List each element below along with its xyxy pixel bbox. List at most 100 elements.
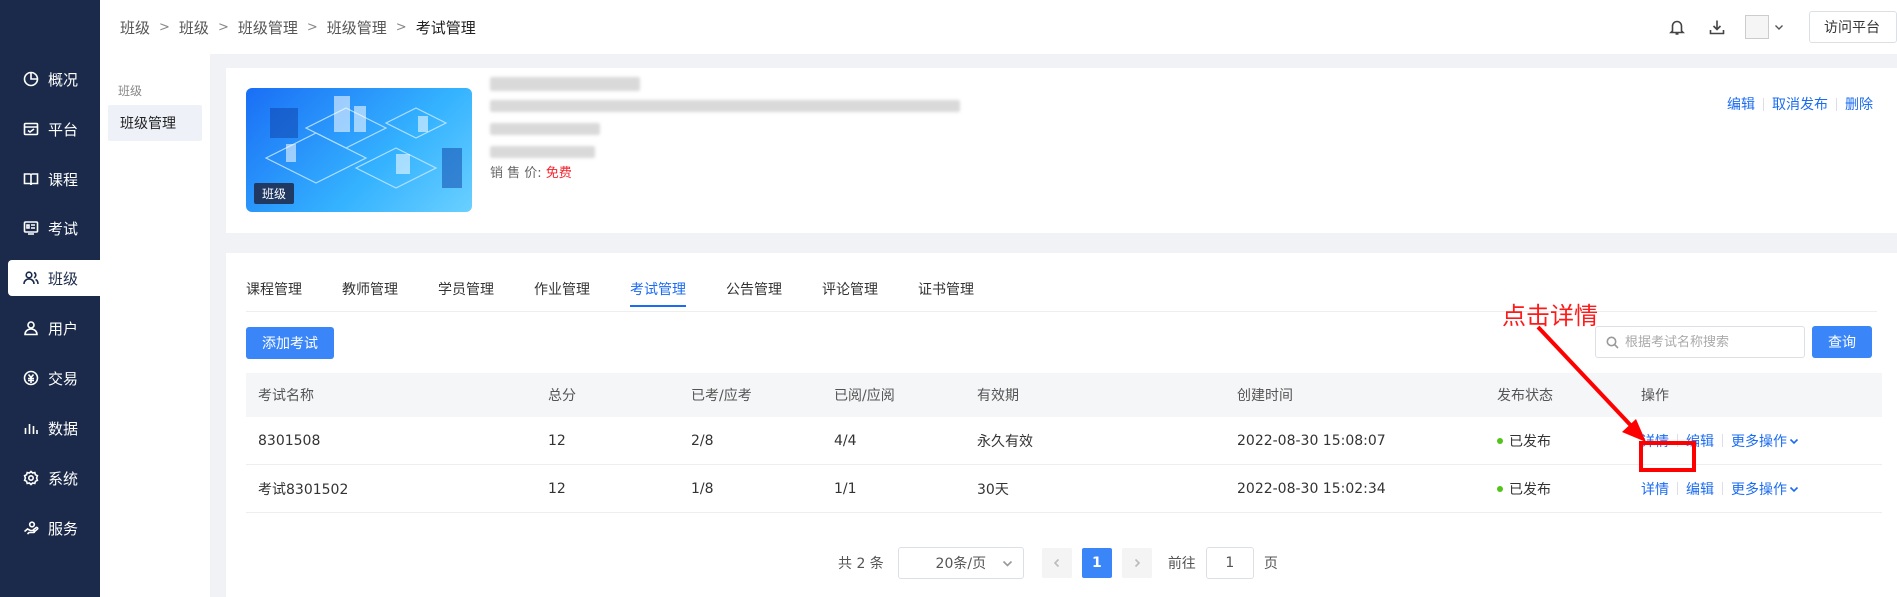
subnav-group-title: 班级	[118, 84, 143, 98]
column-header: 已考/应考	[691, 388, 752, 404]
avatar[interactable]	[1745, 15, 1769, 39]
add-exam-button[interactable]: 添加考试	[246, 327, 334, 359]
status-text: 已发布	[1509, 433, 1551, 450]
chevron-right-icon: >	[159, 19, 170, 35]
table-header: 考试名称 总分 已考/应考 已阅/应阅 有效期 创建时间 发布状态 操作	[246, 373, 1882, 417]
tab-exam[interactable]: 考试管理	[630, 279, 686, 307]
visit-platform-button[interactable]: 访问平台	[1809, 11, 1897, 43]
detail-link[interactable]: 详情	[1641, 479, 1669, 499]
column-header: 有效期	[977, 388, 1019, 404]
divider	[1722, 482, 1723, 495]
cell-created: 2022-08-30 15:08:07	[1237, 432, 1386, 449]
book-icon	[22, 170, 40, 188]
chevron-down-icon[interactable]	[1773, 21, 1785, 33]
blurred-title	[490, 77, 640, 91]
nav-item-data[interactable]: 数据	[8, 410, 100, 446]
prev-page-button[interactable]	[1041, 548, 1072, 578]
nav-item-label: 考试	[48, 219, 79, 238]
breadcrumb-item[interactable]: 班级管理	[327, 17, 387, 38]
unpublish-link[interactable]: 取消发布	[1772, 94, 1828, 114]
divider	[1677, 482, 1678, 495]
class-info-card: 班级 销 售 价: 免费 编辑 取消发布 删除	[226, 68, 1897, 233]
breadcrumb-item[interactable]: 班级	[120, 17, 150, 38]
nav-item-overview[interactable]: 概况	[8, 61, 100, 97]
next-page-button[interactable]	[1121, 548, 1152, 578]
goto-page-input[interactable]: 1	[1205, 547, 1254, 579]
tab-teacher[interactable]: 教师管理	[342, 279, 398, 307]
chevron-right-icon: >	[217, 19, 229, 35]
users-icon	[22, 269, 40, 287]
status-text: 已发布	[1509, 481, 1551, 498]
class-tag: 班级	[254, 183, 295, 204]
card-actions: 编辑 取消发布 删除	[1727, 94, 1873, 114]
tab-certificate[interactable]: 证书管理	[918, 279, 974, 307]
subnav-item-class-management[interactable]: 班级管理	[108, 105, 202, 141]
tab-comment[interactable]: 评论管理	[822, 279, 878, 307]
more-actions-label: 更多操作	[1731, 433, 1787, 450]
tab-homework[interactable]: 作业管理	[534, 279, 590, 307]
nav-item-system[interactable]: 系统	[8, 460, 100, 496]
nav-item-exam[interactable]: 考试	[8, 210, 100, 246]
tab-notice[interactable]: 公告管理	[726, 279, 782, 307]
nav-item-transaction[interactable]: 交易	[8, 360, 100, 396]
column-header: 操作	[1641, 388, 1669, 404]
chevron-right-icon	[1134, 558, 1140, 568]
nav-item-user[interactable]: 用户	[8, 310, 100, 346]
status-badge: 已发布	[1485, 479, 1629, 499]
breadcrumb-item[interactable]: 班级	[179, 17, 209, 38]
nav-item-platform[interactable]: 平台	[8, 111, 100, 147]
price-value: 免费	[545, 166, 572, 181]
query-button[interactable]: 查询	[1812, 326, 1872, 358]
column-header: 考试名称	[258, 388, 314, 404]
nav-item-label: 系统	[48, 469, 79, 488]
nav-item-service[interactable]: 服务	[8, 510, 100, 546]
nav-item-label: 交易	[48, 369, 79, 388]
divider	[1722, 434, 1723, 447]
breadcrumb-item[interactable]: 班级管理	[238, 17, 298, 38]
more-actions-dropdown[interactable]: 更多操作	[1731, 479, 1799, 499]
download-icon[interactable]	[1705, 15, 1729, 39]
delete-link[interactable]: 删除	[1845, 94, 1873, 114]
search-input[interactable]	[1625, 334, 1795, 350]
search-box[interactable]	[1595, 326, 1805, 358]
more-actions-label: 更多操作	[1731, 481, 1787, 498]
tab-course[interactable]: 课程管理	[246, 279, 302, 307]
nav-item-course[interactable]: 课程	[8, 161, 100, 197]
cell-validity: 30天	[977, 481, 1009, 498]
cell-validity: 永久有效	[977, 433, 1033, 450]
main-nav: 概况 平台 课程 考试 班级 用户 交易 数据 系统 服务	[0, 0, 100, 597]
settings-icon	[22, 469, 40, 487]
chevron-left-icon	[1053, 558, 1059, 568]
page-size-select[interactable]: 20条/页	[897, 547, 1024, 579]
nav-item-class[interactable]: 班级	[8, 260, 100, 296]
page-number-current[interactable]: 1	[1081, 548, 1112, 578]
breadcrumb: 班级 > 班级 > 班级管理 > 班级管理 > 考试管理	[120, 0, 476, 54]
annotation-highlight-box	[1639, 441, 1696, 472]
divider	[1763, 97, 1764, 111]
column-header: 已阅/应阅	[834, 388, 895, 404]
more-actions-dropdown[interactable]: 更多操作	[1731, 431, 1799, 451]
tabs-divider	[246, 311, 1877, 312]
table-row: 8301508 12 2/8 4/4 永久有效 2022-08-30 15:08…	[246, 417, 1882, 465]
user-icon	[22, 319, 40, 337]
edit-class-link[interactable]: 编辑	[1727, 94, 1755, 114]
goto-label: 前往	[1167, 556, 1196, 572]
blurred-description	[490, 100, 960, 112]
page-size-value: 20条/页	[935, 556, 987, 572]
cell-taken: 1/8	[691, 480, 714, 497]
nav-item-label: 平台	[48, 120, 79, 139]
chevron-down-icon	[1789, 486, 1799, 492]
transaction-icon	[22, 369, 40, 387]
cell-exam-name: 考试8301502	[258, 481, 349, 498]
platform-icon	[22, 120, 40, 138]
nav-item-label: 服务	[48, 519, 79, 538]
bell-icon[interactable]	[1665, 15, 1689, 39]
edit-link[interactable]: 编辑	[1686, 479, 1714, 499]
top-actions: 访问平台	[1665, 0, 1897, 54]
bar-chart-icon	[22, 419, 40, 437]
tab-student[interactable]: 学员管理	[438, 279, 494, 307]
chevron-down-icon	[1002, 560, 1012, 567]
pie-chart-icon	[22, 70, 40, 88]
price-row: 销 售 价: 免费	[490, 162, 572, 181]
exam-management-panel: 课程管理 教师管理 学员管理 作业管理 考试管理 公告管理 评论管理 证书管理 …	[226, 253, 1897, 597]
